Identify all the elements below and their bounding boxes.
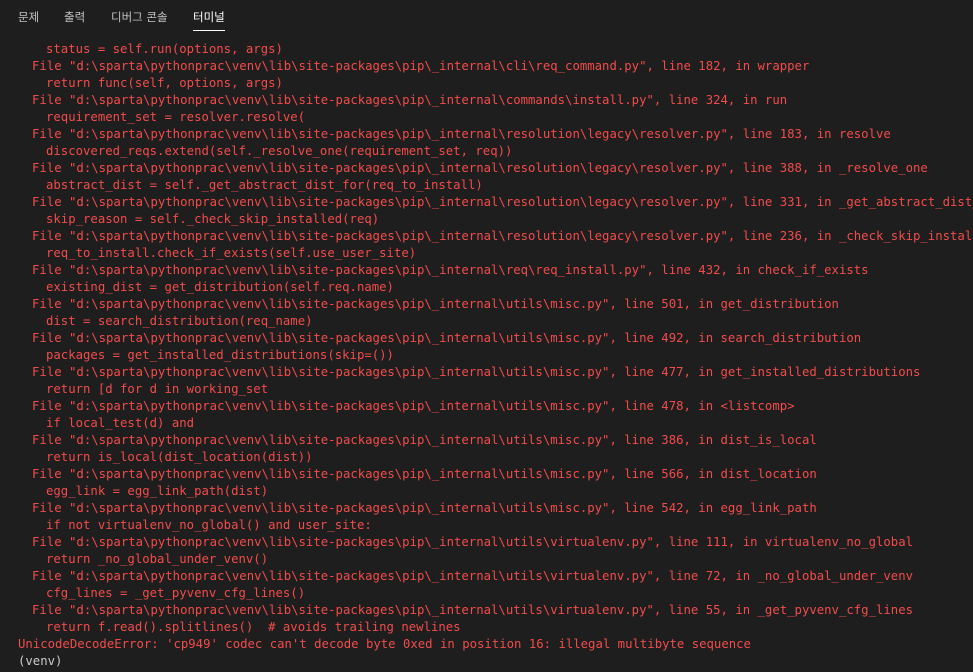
terminal-line: return _no_global_under_venv(): [46, 552, 269, 566]
terminal-line: if not virtualenv_no_global() and user_s…: [46, 518, 372, 532]
terminal-panel: 문제 출력 디버그 콘솔 터미널 status = self.run(optio…: [0, 0, 973, 672]
terminal-line: return f.read().splitlines() # avoids tr…: [46, 620, 461, 634]
terminal-line: abstract_dist = self._get_abstract_dist_…: [46, 178, 483, 192]
terminal-line: File "d:\sparta\pythonprac\venv\lib\site…: [32, 127, 891, 141]
terminal-line: File "d:\sparta\pythonprac\venv\lib\site…: [32, 399, 795, 413]
terminal-line: File "d:\sparta\pythonprac\venv\lib\site…: [32, 365, 921, 379]
tab-problems[interactable]: 문제: [18, 0, 39, 30]
terminal-line: if local_test(d) and: [46, 416, 195, 430]
terminal-line: File "d:\sparta\pythonprac\venv\lib\site…: [32, 535, 913, 549]
terminal-line: existing_dist = get_distribution(self.re…: [46, 280, 394, 294]
terminal-line: File "d:\sparta\pythonprac\venv\lib\site…: [32, 467, 817, 481]
terminal-line: cfg_lines = _get_pyvenv_cfg_lines(): [46, 586, 306, 600]
terminal-line: return func(self, options, args): [46, 76, 283, 90]
terminal-line: File "d:\sparta\pythonprac\venv\lib\site…: [32, 195, 973, 209]
terminal-output[interactable]: status = self.run(options, args) File "d:…: [0, 41, 973, 672]
terminal-line: skip_reason = self._check_skip_installed…: [46, 212, 380, 226]
terminal-line: File "d:\sparta\pythonprac\venv\lib\site…: [32, 603, 913, 617]
terminal-line: return is_local(dist_location(dist)): [46, 450, 313, 464]
terminal-line: File "d:\sparta\pythonprac\venv\lib\site…: [32, 161, 928, 175]
terminal-line: File "d:\sparta\pythonprac\venv\lib\site…: [32, 93, 788, 107]
terminal-line: File "d:\sparta\pythonprac\venv\lib\site…: [32, 331, 862, 345]
terminal-line: File "d:\sparta\pythonprac\venv\lib\site…: [32, 501, 817, 515]
terminal-line: File "d:\sparta\pythonprac\venv\lib\site…: [32, 433, 817, 447]
terminal-line: File "d:\sparta\pythonprac\venv\lib\site…: [32, 229, 973, 243]
terminal-line: dist = search_distribution(req_name): [46, 314, 313, 328]
terminal-line: packages = get_installed_distributions(s…: [46, 348, 394, 362]
terminal-line: req_to_install.check_if_exists(self.use_…: [46, 246, 417, 260]
terminal-line: File "d:\sparta\pythonprac\venv\lib\site…: [32, 59, 810, 73]
tab-output[interactable]: 출력: [64, 0, 85, 30]
terminal-line: File "d:\sparta\pythonprac\venv\lib\site…: [32, 297, 839, 311]
active-tab-indicator: [193, 30, 225, 31]
tab-terminal-label: 터미널: [193, 10, 225, 24]
terminal-line: egg_link = egg_link_path(dist): [46, 484, 269, 498]
terminal-error-line: UnicodeDecodeError: 'cp949' codec can't …: [18, 637, 751, 651]
terminal-line: discovered_reqs.extend(self._resolve_one…: [46, 144, 513, 158]
terminal-prompt: (venv): [18, 654, 63, 668]
terminal-line: File "d:\sparta\pythonprac\venv\lib\site…: [32, 569, 913, 583]
terminal-line: requirement_set = resolver.resolve(: [46, 110, 306, 124]
terminal-line: File "d:\sparta\pythonprac\venv\lib\site…: [32, 263, 869, 277]
terminal-line: return [d for d in working_set: [46, 382, 269, 396]
terminal-line: status = self.run(options, args): [46, 42, 283, 56]
tab-terminal[interactable]: 터미널: [193, 0, 225, 31]
panel-tab-bar: 문제 출력 디버그 콘솔 터미널: [0, 0, 973, 34]
tab-debug-console[interactable]: 디버그 콘솔: [111, 0, 168, 30]
